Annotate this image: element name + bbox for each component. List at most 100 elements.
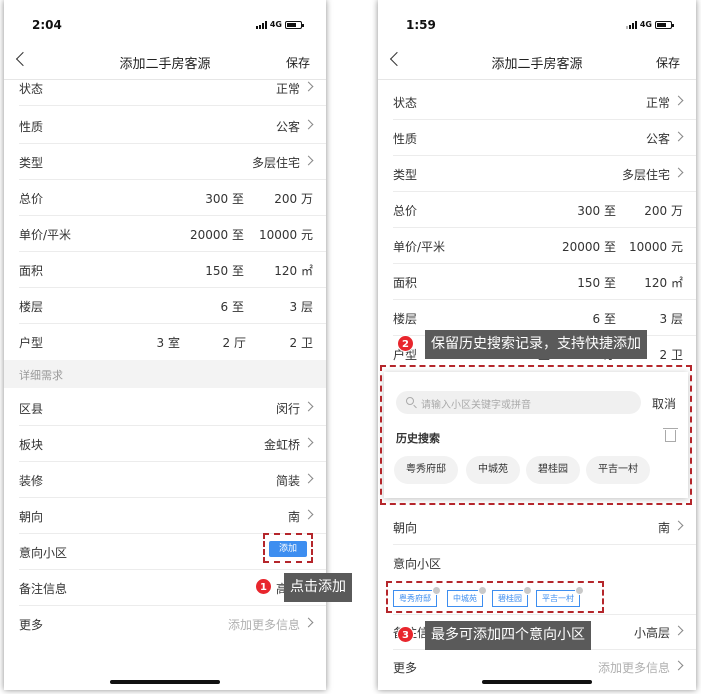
- annotation-callout-1: 点击添加: [284, 573, 352, 602]
- row-decoration[interactable]: 装修 简装: [19, 462, 326, 498]
- row-nature[interactable]: 性质 公客: [393, 120, 696, 156]
- row-label: 意向小区: [393, 557, 442, 571]
- total-price-to[interactable]: 200 万: [274, 190, 313, 207]
- highlight-add-button: [263, 533, 313, 563]
- chevron-right-icon: [303, 509, 314, 520]
- unit-price-to[interactable]: 10000 元: [259, 226, 313, 243]
- row-unit-price: 单价/平米 20000 至 10000 元: [19, 216, 326, 252]
- row-block[interactable]: 板块 金虹桥: [19, 426, 326, 462]
- row-orientation[interactable]: 朝向 南: [19, 498, 326, 534]
- layout-halls[interactable]: 2 厅: [223, 334, 246, 351]
- section-header-detail: 详细需求: [4, 360, 326, 388]
- row-value: 金虹桥: [263, 438, 300, 452]
- row-type[interactable]: 类型 多层住宅: [393, 156, 696, 192]
- highlight-search-panel: [380, 365, 692, 505]
- annotation-badge-2: 2: [397, 335, 414, 352]
- row-nature[interactable]: 性质 公客: [19, 108, 326, 144]
- layout-baths[interactable]: 2 卫: [290, 334, 313, 351]
- network-label: 4G: [639, 20, 652, 29]
- row-value: 公客: [645, 132, 670, 146]
- chevron-right-icon: [303, 617, 314, 628]
- left-phone-screen: 2:04 4G 添加二手房客源 保存 状态 正常 性质 公客 类型 多层住宅 总…: [4, 0, 326, 690]
- row-remark[interactable]: 备注信息 高层: [19, 570, 326, 606]
- row-label: 板块: [19, 438, 44, 452]
- row-label: 面积: [393, 276, 418, 290]
- nav-bar: 添加二手房客源 保存: [378, 44, 696, 80]
- row-label: 状态: [393, 96, 418, 110]
- row-state[interactable]: 状态 正常: [19, 74, 326, 106]
- row-value: 多层住宅: [621, 168, 670, 182]
- row-label: 备注信息: [19, 582, 68, 596]
- row-label: 性质: [19, 120, 44, 134]
- row-label: 类型: [393, 168, 418, 182]
- area-to[interactable]: 120 ㎡: [274, 262, 313, 279]
- status-icons: 4G: [625, 20, 674, 29]
- area-from[interactable]: 150 至: [577, 274, 616, 291]
- chevron-right-icon: [673, 167, 684, 178]
- row-label: 状态: [19, 82, 44, 96]
- row-value: 添加更多信息: [227, 618, 300, 632]
- unit-price-from[interactable]: 20000 至: [190, 226, 244, 243]
- floor-from[interactable]: 6 至: [221, 298, 244, 315]
- highlight-tags: [386, 581, 604, 613]
- row-label: 户型: [19, 336, 44, 350]
- row-label: 意向小区: [19, 546, 68, 560]
- total-price-from[interactable]: 300 至: [577, 202, 616, 219]
- row-value: 闵行: [275, 402, 300, 416]
- row-label: 类型: [19, 156, 44, 170]
- battery-icon: [285, 20, 304, 29]
- battery-icon: [655, 20, 674, 29]
- layout-baths[interactable]: 2 卫: [660, 346, 683, 363]
- row-label: 单价/平米: [393, 240, 446, 254]
- row-value: 添加更多信息: [597, 661, 670, 675]
- layout-rooms[interactable]: 3 室: [157, 334, 180, 351]
- signal-icon: [625, 20, 637, 29]
- row-label: 朝向: [393, 521, 418, 535]
- row-label: 更多: [19, 618, 44, 632]
- row-value: 南: [657, 521, 670, 535]
- status-bar: 2:04 4G: [4, 0, 326, 44]
- row-label: 区县: [19, 402, 44, 416]
- unit-price-to[interactable]: 10000 元: [629, 238, 683, 255]
- row-label: 楼层: [19, 300, 44, 314]
- save-button[interactable]: 保存: [286, 54, 310, 71]
- annotation-callout-2: 保留历史搜索记录，支持快捷添加: [425, 330, 647, 359]
- chevron-right-icon: [673, 95, 684, 106]
- save-button[interactable]: 保存: [656, 54, 680, 71]
- network-label: 4G: [269, 20, 282, 29]
- total-price-from[interactable]: 300 至: [205, 190, 244, 207]
- total-price-to[interactable]: 200 万: [644, 202, 683, 219]
- chevron-right-icon: [303, 401, 314, 412]
- status-bar: 1:59 4G: [378, 0, 696, 44]
- row-type[interactable]: 类型 多层住宅: [19, 144, 326, 180]
- page-title: 添加二手房客源: [491, 57, 583, 72]
- row-layout: 户型 3 室 2 厅 2 卫: [19, 324, 326, 360]
- signal-icon: [255, 20, 267, 29]
- row-state[interactable]: 状态 正常: [393, 84, 696, 120]
- row-area: 面积 150 至 120 ㎡: [393, 264, 696, 300]
- row-district[interactable]: 区县 闵行: [19, 390, 326, 426]
- row-value: 南: [287, 510, 300, 524]
- row-value: 多层住宅: [251, 156, 300, 170]
- row-area: 面积 150 至 120 ㎡: [19, 252, 326, 288]
- floor-to[interactable]: 3 层: [290, 298, 313, 315]
- annotation-badge-1: 1: [255, 578, 272, 595]
- floor-from[interactable]: 6 至: [593, 310, 616, 327]
- row-orientation[interactable]: 朝向 南: [393, 509, 696, 545]
- chevron-right-icon: [303, 81, 314, 92]
- status-time: 1:59: [406, 18, 436, 32]
- area-to[interactable]: 120 ㎡: [644, 274, 683, 291]
- row-more[interactable]: 更多 添加更多信息: [19, 606, 326, 642]
- chevron-right-icon: [673, 131, 684, 142]
- area-from[interactable]: 150 至: [205, 262, 244, 279]
- chevron-right-icon: [303, 119, 314, 130]
- row-floor: 楼层 6 至 3 层: [19, 288, 326, 324]
- floor-to[interactable]: 3 层: [660, 310, 683, 327]
- chevron-right-icon: [673, 625, 684, 636]
- row-label: 更多: [393, 661, 418, 675]
- row-label: 性质: [393, 132, 418, 146]
- row-value: 公客: [275, 120, 300, 134]
- unit-price-from[interactable]: 20000 至: [562, 238, 616, 255]
- home-indicator: [482, 680, 592, 684]
- chevron-right-icon: [303, 155, 314, 166]
